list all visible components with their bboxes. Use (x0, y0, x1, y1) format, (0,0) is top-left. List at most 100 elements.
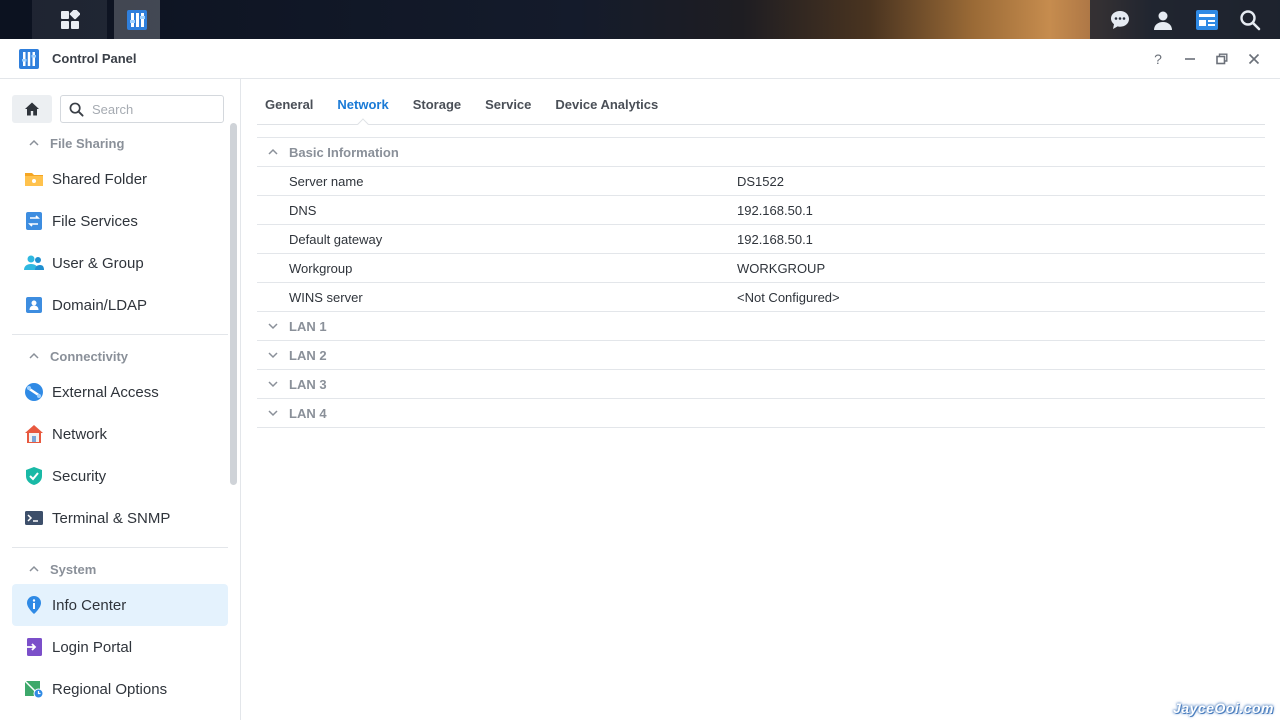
sidebar-item-label: File Services (52, 212, 138, 230)
chevron-up-icon (257, 146, 289, 158)
sidebar-item-label: Regional Options (52, 680, 168, 698)
sidebar-item-terminal-snmp[interactable]: Terminal & SNMP (12, 497, 228, 539)
search-icon (69, 102, 84, 117)
tab-device-analytics[interactable]: Device Analytics (547, 97, 666, 124)
section-label: File Sharing (50, 135, 125, 151)
row-key: DNS (289, 202, 317, 218)
close-button[interactable] (1246, 51, 1262, 67)
tab-service[interactable]: Service (477, 97, 539, 124)
sidebar-item-label: Domain/LDAP (52, 296, 148, 314)
minimize-icon (1185, 58, 1195, 60)
minimize-button[interactable] (1182, 51, 1198, 67)
widgets-icon (1195, 9, 1218, 30)
section-header[interactable]: File Sharing (12, 128, 228, 158)
taskbar-tray (1090, 0, 1280, 39)
regional-icon (24, 679, 44, 699)
row-key: Server name (289, 173, 364, 189)
section-file-sharing: File Sharing Shared Folder File Services… (12, 128, 228, 326)
sidebar-item-label: User & Group (52, 254, 144, 272)
help-button[interactable]: ? (1150, 51, 1166, 67)
row-value: 192.168.50.1 (737, 231, 813, 247)
main-menu-button[interactable] (32, 0, 107, 39)
row-key: Workgroup (289, 260, 353, 276)
chevron-down-icon (257, 407, 289, 419)
users-icon (24, 253, 44, 273)
restore-icon (1216, 53, 1228, 65)
group-label: LAN 4 (289, 405, 327, 421)
info-icon (24, 595, 44, 615)
sidebar-item-regional-options[interactable]: Regional Options (12, 668, 228, 710)
sidebar-divider (12, 547, 228, 548)
control-panel-app-icon (19, 48, 39, 69)
sidebar-item-security[interactable]: Security (12, 455, 228, 497)
external-access-icon (24, 382, 44, 402)
sidebar-item-domain-ldap[interactable]: Domain/LDAP (12, 284, 228, 326)
restore-button[interactable] (1214, 51, 1230, 67)
group-lan-1[interactable]: LAN 1 (257, 312, 1265, 341)
window-title: Control Panel (52, 51, 137, 66)
sidebar-toolbar (12, 95, 224, 123)
folder-icon (24, 169, 44, 189)
tab-storage[interactable]: Storage (405, 97, 469, 124)
main-content: General Network Storage Service Device A… (241, 79, 1280, 720)
section-header[interactable]: Connectivity (12, 341, 228, 371)
sidebar-item-label: Terminal & SNMP (52, 509, 171, 527)
search-icon (1240, 9, 1261, 30)
group-lan-4[interactable]: LAN 4 (257, 399, 1265, 428)
section-header[interactable]: System (12, 554, 228, 584)
sidebar-item-network[interactable]: Network (12, 413, 228, 455)
watermark: JayceOoi.com (1173, 700, 1274, 716)
sidebar-item-file-services[interactable]: File Services (12, 200, 228, 242)
sidebar-item-label: Network (52, 425, 108, 443)
sidebar-item-label: Security (52, 467, 107, 485)
row-value: DS1522 (737, 173, 784, 189)
control-panel-taskbar-button[interactable] (114, 0, 160, 39)
group-label: LAN 2 (289, 347, 327, 363)
sidebar: File Sharing Shared Folder File Services… (0, 79, 241, 720)
table-row: Server name DS1522 (257, 167, 1265, 196)
tab-general[interactable]: General (257, 97, 321, 124)
sidebar-search[interactable] (60, 95, 224, 123)
notifications-button[interactable] (1106, 6, 1134, 34)
row-value: 192.168.50.1 (737, 202, 813, 218)
sidebar-item-label: Info Center (52, 596, 127, 614)
group-lan-3[interactable]: LAN 3 (257, 370, 1265, 399)
global-search-button[interactable] (1236, 6, 1264, 34)
sidebar-divider (12, 334, 228, 335)
home-icon (25, 102, 39, 116)
chevron-down-icon (257, 320, 289, 332)
tab-network[interactable]: Network (329, 97, 396, 124)
user-menu-button[interactable] (1149, 6, 1177, 34)
sidebar-item-label: Shared Folder (52, 170, 148, 188)
group-basic-information[interactable]: Basic Information (257, 138, 1265, 167)
sidebar-item-external-access[interactable]: External Access (12, 371, 228, 413)
table-row: Workgroup WORKGROUP (257, 254, 1265, 283)
table-row: WINS server <Not Configured> (257, 283, 1265, 312)
user-icon (1154, 11, 1173, 30)
sidebar-item-label: Login Portal (52, 638, 133, 656)
widgets-button[interactable] (1193, 6, 1221, 34)
close-icon (1248, 53, 1260, 65)
shield-icon (24, 466, 44, 486)
row-value: WORKGROUP (737, 260, 826, 276)
network-info-table: Basic Information Server name DS1522 DNS… (257, 137, 1265, 428)
network-house-icon (24, 424, 44, 444)
control-panel-icon (127, 9, 147, 30)
login-portal-icon (24, 637, 44, 657)
sidebar-item-info-center[interactable]: Info Center (12, 584, 228, 626)
group-lan-2[interactable]: LAN 2 (257, 341, 1265, 370)
tab-bar: General Network Storage Service Device A… (257, 79, 1265, 125)
taskbar (0, 0, 1280, 39)
chevron-down-icon (257, 378, 289, 390)
chevron-up-icon (28, 137, 40, 149)
search-input[interactable] (92, 101, 212, 117)
sidebar-item-shared-folder[interactable]: Shared Folder (12, 158, 228, 200)
sidebar-item-login-portal[interactable]: Login Portal (12, 626, 228, 668)
sidebar-item-user-group[interactable]: User & Group (12, 242, 228, 284)
home-button[interactable] (12, 95, 52, 123)
file-services-icon (24, 211, 44, 231)
window-titlebar[interactable]: Control Panel ? (0, 39, 1280, 79)
chevron-up-icon (28, 563, 40, 575)
chat-icon (1110, 10, 1129, 29)
sidebar-scrollbar[interactable] (230, 123, 237, 485)
